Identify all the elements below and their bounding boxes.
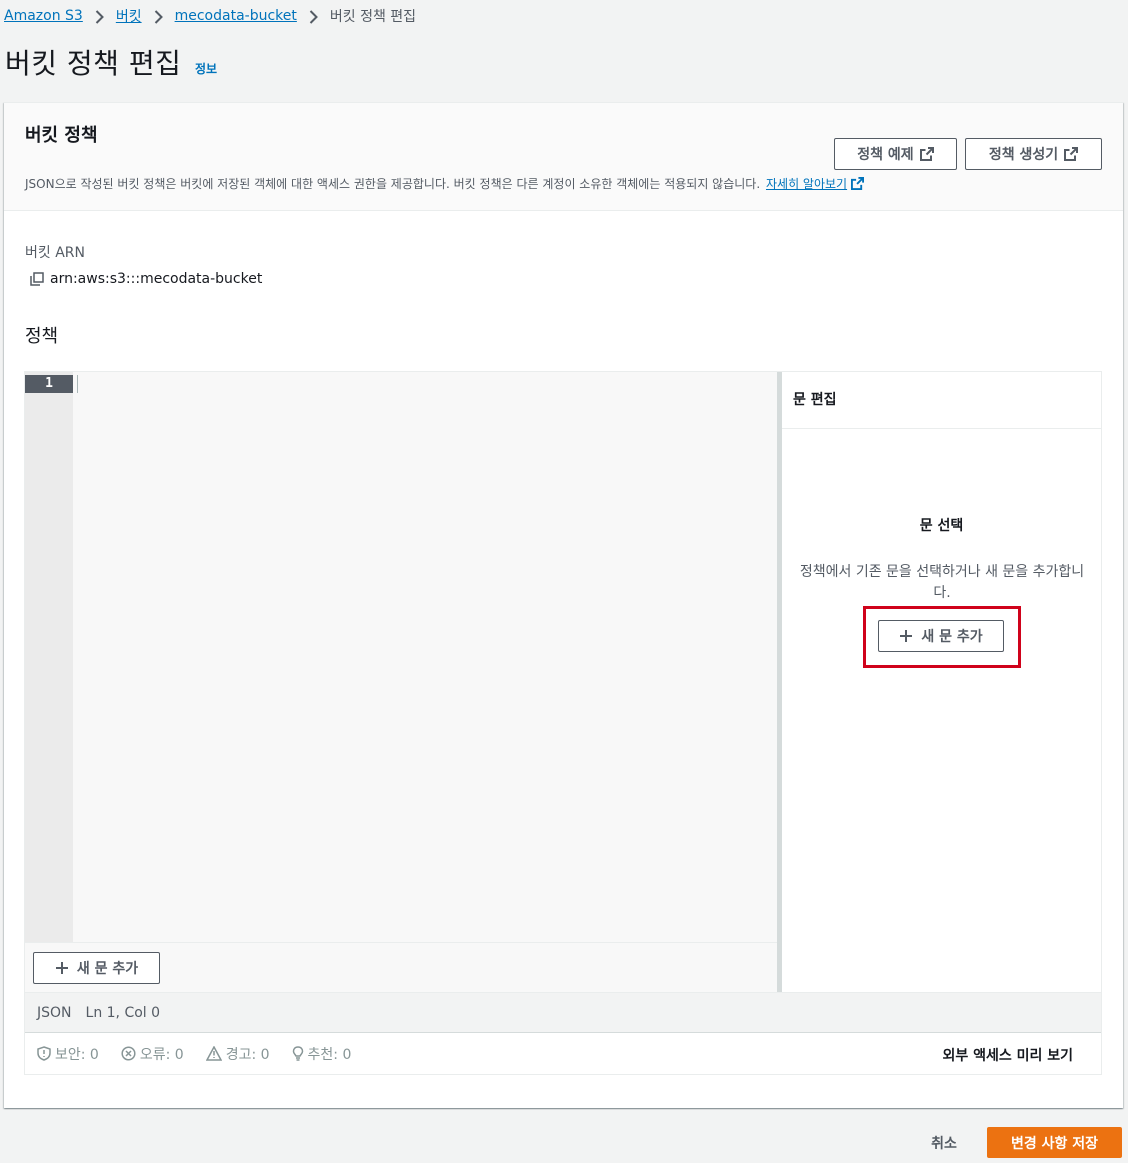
line-gutter: 1 (25, 372, 73, 942)
breadcrumb-buckets[interactable]: 버킷 (116, 6, 142, 26)
bucket-arn: arn:aws:s3:::mecodata-bucket (30, 271, 262, 287)
editor-status-bar: JSON Ln 1, Col 0 (25, 992, 1101, 1032)
divider (782, 428, 1101, 429)
info-link[interactable]: 정보 (195, 60, 217, 77)
bucket-policy-card: 버킷 정책 정책 예제 정책 생성기 JSON으로 작성된 버킷 정책은 버킷에… (4, 102, 1123, 1108)
select-statement-heading: 문 선택 (919, 518, 964, 534)
add-new-statement-label: 새 문 추가 (921, 629, 983, 645)
card-description: JSON으로 작성된 버킷 정책은 버킷에 저장된 객체에 대한 액세스 권한을… (25, 175, 865, 192)
warning-icon (205, 1046, 222, 1061)
side-panel-title: 문 편집 (793, 392, 837, 408)
select-statement-text: 정책에서 기존 문을 선택하거나 새 문을 추가합니다. (799, 564, 1085, 601)
error-count-label: 오류: 0 (139, 1046, 184, 1063)
suggestion-count-label: 추천: 0 (307, 1046, 352, 1063)
lightbulb-icon (292, 1046, 303, 1061)
editor-mode: JSON (37, 1004, 72, 1021)
external-link-icon (851, 177, 865, 190)
plus-icon (55, 962, 68, 974)
save-changes-button[interactable]: 변경 사항 저장 (987, 1127, 1122, 1158)
policy-examples-button[interactable]: 정책 예제 (834, 138, 957, 170)
policy-generator-label: 정책 생성기 (988, 147, 1059, 163)
text-cursor (77, 375, 78, 393)
learn-more-link[interactable]: 자세히 알아보기 (766, 177, 847, 191)
copy-icon[interactable] (30, 272, 44, 286)
cancel-button[interactable]: 취소 (912, 1128, 976, 1158)
bucket-arn-value: arn:aws:s3:::mecodata-bucket (50, 271, 263, 287)
external-link-icon (1064, 147, 1079, 161)
policy-examples-label: 정책 예제 (857, 147, 914, 163)
error-icon (121, 1046, 136, 1061)
suggestion-count[interactable]: 추천: 0 (292, 1044, 352, 1064)
edit-statement-panel: 문 편집 문 선택 정책에서 기존 문을 선택하거나 새 문을 추가합니다. 새… (782, 372, 1101, 992)
warning-count-label: 경고: 0 (225, 1046, 270, 1063)
add-statement-button[interactable]: 새 문 추가 (33, 952, 160, 984)
chevron-right-icon (95, 9, 104, 24)
policy-generator-button[interactable]: 정책 생성기 (965, 138, 1102, 170)
breadcrumb-bucket-name[interactable]: mecodata-bucket (175, 8, 297, 24)
error-count[interactable]: 오류: 0 (121, 1044, 184, 1064)
breadcrumb-current: 버킷 정책 편집 (329, 9, 417, 25)
security-count[interactable]: 보안: 0 (37, 1044, 99, 1064)
lint-bar: 보안: 0 오류: 0 경고: 0 추천: 0 외부 액세스 미리 보기 (25, 1032, 1101, 1074)
policy-editor: 1 새 문 추가 문 편집 문 선택 정책에서 기존 문을 선택하거나 새 문을… (24, 371, 1102, 1075)
line-number: 1 (25, 375, 73, 393)
warning-count[interactable]: 경고: 0 (205, 1044, 270, 1064)
add-new-statement-button[interactable]: 새 문 추가 (878, 620, 1004, 652)
external-access-preview-button[interactable]: 외부 액세스 미리 보기 (942, 1045, 1073, 1065)
security-count-label: 보안: 0 (55, 1046, 99, 1063)
page-title: 버킷 정책 편집 (5, 47, 182, 80)
cursor-position: Ln 1, Col 0 (85, 1004, 161, 1021)
plus-icon (900, 630, 913, 642)
shield-icon (37, 1046, 51, 1061)
editor-footer: 새 문 추가 (25, 942, 777, 992)
chevron-right-icon (309, 9, 318, 24)
card-title: 버킷 정책 (25, 125, 98, 146)
card-header: 버킷 정책 정책 예제 정책 생성기 JSON으로 작성된 버킷 정책은 버킷에… (4, 103, 1123, 211)
chevron-right-icon (154, 9, 163, 24)
policy-label: 정책 (25, 326, 59, 347)
code-editor[interactable]: 1 새 문 추가 (25, 372, 777, 992)
breadcrumb: Amazon S3 버킷 mecodata-bucket 버킷 정책 편집 (4, 6, 416, 26)
card-description-text: JSON으로 작성된 버킷 정책은 버킷에 저장된 객체에 대한 액세스 권한을… (25, 177, 761, 191)
add-statement-label: 새 문 추가 (76, 961, 139, 977)
external-link-icon (919, 147, 934, 161)
breadcrumb-amazon-s3[interactable]: Amazon S3 (4, 8, 83, 24)
bucket-arn-label: 버킷 ARN (25, 245, 85, 261)
